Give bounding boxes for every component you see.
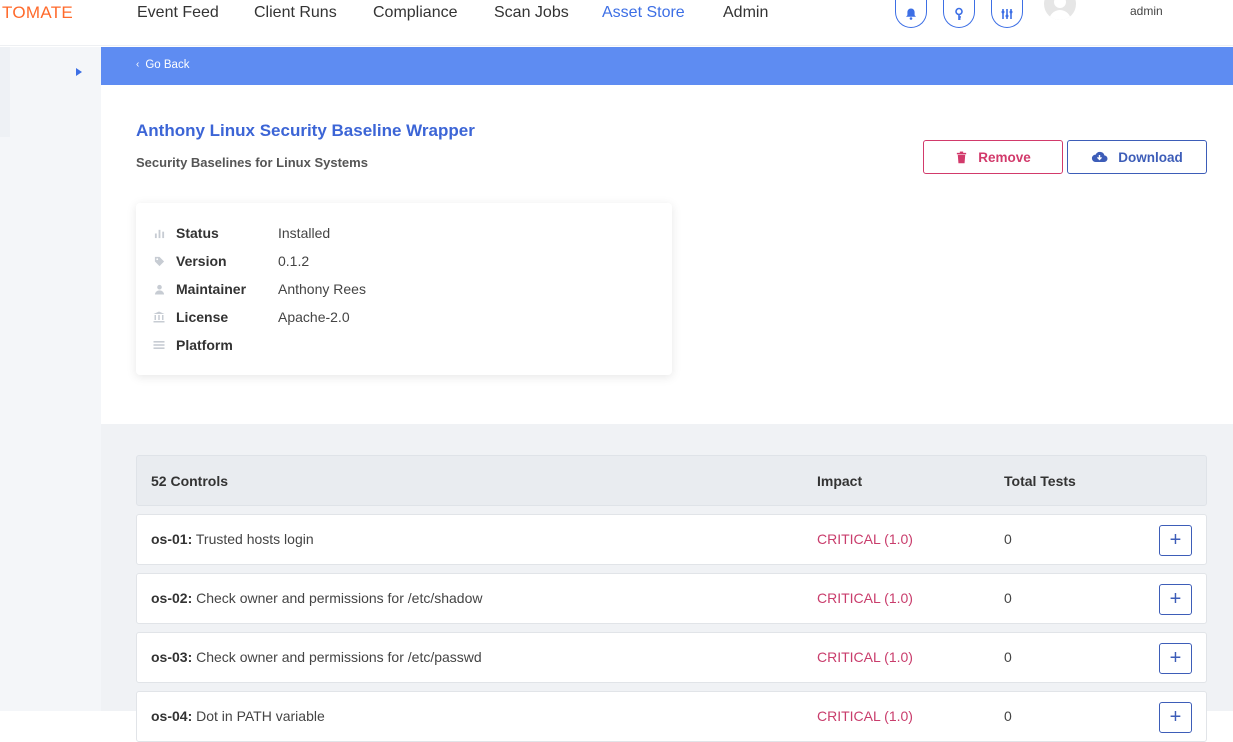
control-id: os-02: [151, 590, 193, 606]
control-id: os-01: [151, 531, 193, 547]
page-title: Anthony Linux Security Baseline Wrapper [136, 121, 475, 140]
info-row-status: Status Installed [152, 223, 330, 243]
sidebar-expand-icon[interactable] [76, 68, 82, 76]
control-id: os-04: [151, 708, 193, 724]
bar-chart-icon [152, 226, 166, 240]
plus-icon: + [1169, 529, 1182, 551]
chevron-left-icon: ‹ [136, 59, 140, 70]
control-name: Trusted hosts login [192, 531, 314, 547]
info-row-platform: Platform [152, 335, 278, 355]
control-name: Check owner and permissions for /etc/pas… [192, 649, 482, 665]
control-total-tests: 0 [1004, 531, 1012, 547]
tag-icon [152, 254, 166, 268]
list-icon [152, 338, 166, 352]
info-value: Apache-2.0 [278, 309, 350, 325]
impact-column-header[interactable]: Impact [817, 473, 862, 489]
table-row[interactable]: os-04: Dot in PATH variable CRITICAL (1.… [136, 691, 1207, 742]
info-value: Anthony Rees [278, 281, 366, 297]
remove-button[interactable]: Remove [923, 140, 1063, 174]
go-back-link[interactable]: ‹ Go Back [136, 59, 189, 71]
nav-compliance[interactable]: Compliance [373, 4, 457, 22]
nav-admin[interactable]: Admin [723, 4, 768, 22]
back-bar: ‹ Go Back [101, 47, 1233, 85]
key-icon [955, 7, 963, 20]
controls-count: 52 Controls [151, 473, 229, 489]
avatar[interactable] [1044, 0, 1076, 20]
expand-button[interactable]: + [1159, 584, 1192, 615]
download-label: Download [1118, 149, 1183, 165]
api-keys-button[interactable] [943, 0, 975, 28]
info-value: Installed [278, 225, 331, 241]
download-button[interactable]: Download [1067, 140, 1207, 174]
trash-icon [957, 151, 967, 163]
notifications-button[interactable] [895, 0, 927, 28]
control-name: Dot in PATH variable [192, 708, 325, 724]
info-key: License [176, 309, 229, 325]
total-tests-column-header[interactable]: Total Tests [1004, 473, 1076, 489]
control-total-tests: 0 [1004, 649, 1012, 665]
plus-icon: + [1169, 588, 1182, 610]
plus-icon: + [1169, 706, 1182, 728]
nav-event-feed[interactable]: Event Feed [137, 4, 219, 22]
control-title: os-04: Dot in PATH variable [151, 708, 325, 724]
control-title: os-03: Check owner and permissions for /… [151, 649, 482, 665]
user-icon [152, 282, 166, 296]
info-row-version: Version 0.1.2 [152, 251, 309, 271]
bank-icon [152, 310, 166, 324]
control-title: os-01: Trusted hosts login [151, 531, 314, 547]
user-name[interactable]: admin [1130, 4, 1163, 18]
control-title: os-02: Check owner and permissions for /… [151, 590, 482, 606]
info-value: 0.1.2 [278, 253, 310, 269]
expand-button[interactable]: + [1159, 525, 1192, 556]
page-subtitle: Security Baselines for Linux Systems [136, 155, 368, 170]
table-row[interactable]: os-01: Trusted hosts login CRITICAL (1.0… [136, 514, 1207, 565]
sidebar [0, 47, 101, 711]
brand-logo[interactable]: TOMATE [2, 3, 73, 23]
go-back-label: Go Back [145, 59, 190, 71]
cloud-download-icon [1092, 151, 1108, 163]
info-key: Version [176, 253, 227, 269]
info-key: Status [176, 225, 219, 241]
control-total-tests: 0 [1004, 708, 1012, 724]
settings-sliders-icon [1001, 8, 1013, 19]
sidebar-rail [0, 47, 10, 137]
info-row-license: License Apache-2.0 [152, 307, 350, 327]
control-impact: CRITICAL (1.0) [817, 708, 913, 724]
control-impact: CRITICAL (1.0) [817, 590, 913, 606]
info-row-maintainer: Maintainer Anthony Rees [152, 279, 366, 299]
table-row[interactable]: os-03: Check owner and permissions for /… [136, 632, 1207, 683]
plus-icon: + [1169, 647, 1182, 669]
control-name: Check owner and permissions for /etc/sha… [192, 590, 483, 606]
profile-info-card: Status Installed Version 0.1.2 Maintaine… [136, 203, 672, 375]
nav-scan-jobs[interactable]: Scan Jobs [494, 4, 569, 22]
table-row[interactable]: os-02: Check owner and permissions for /… [136, 573, 1207, 624]
control-impact: CRITICAL (1.0) [817, 649, 913, 665]
control-impact: CRITICAL (1.0) [817, 531, 913, 547]
info-key: Platform [176, 337, 233, 353]
expand-button[interactable]: + [1159, 643, 1192, 674]
info-key: Maintainer [176, 281, 247, 297]
control-total-tests: 0 [1004, 590, 1012, 606]
nav-client-runs[interactable]: Client Runs [254, 4, 337, 22]
controls-table-header: 52 Controls Impact Total Tests [136, 455, 1207, 506]
top-navbar: TOMATE Event Feed Client Runs Compliance… [0, 0, 1233, 46]
bell-icon [906, 8, 916, 20]
settings-button[interactable] [991, 0, 1023, 28]
nav-asset-store[interactable]: Asset Store [602, 4, 685, 22]
expand-button[interactable]: + [1159, 702, 1192, 733]
remove-label: Remove [978, 149, 1031, 165]
control-id: os-03: [151, 649, 193, 665]
